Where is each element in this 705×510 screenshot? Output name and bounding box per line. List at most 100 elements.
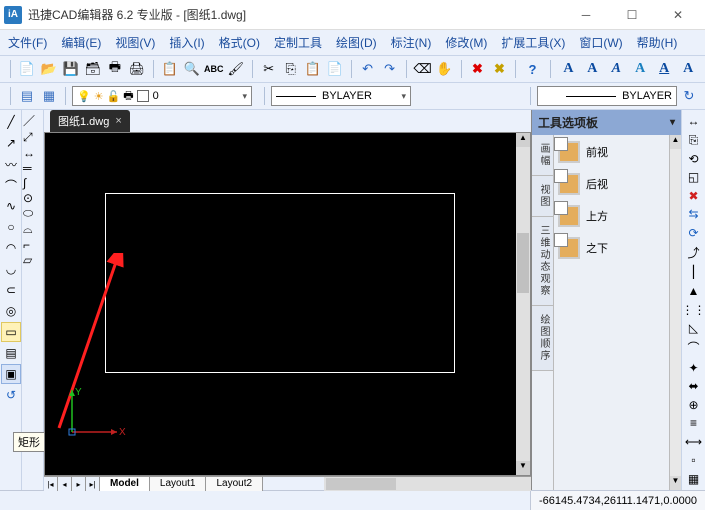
drawing-canvas[interactable]: X Y ▲ ▼ [44, 132, 531, 476]
revcloud-icon[interactable]: ↺ [1, 385, 21, 405]
palette-item[interactable]: 后视 [558, 173, 665, 195]
spline-icon[interactable]: ∿ [1, 196, 21, 216]
paste-icon[interactable]: 📋 [303, 59, 323, 79]
array-icon[interactable]: ⋮⋮ [684, 302, 704, 317]
palette-tab-3dorbit[interactable]: 三维动态观察 [532, 217, 553, 306]
stretch-icon[interactable]: ⬌ [684, 379, 704, 394]
menu-view[interactable]: 视图(V) [115, 32, 155, 53]
arc3-icon[interactable]: ◡ [1, 259, 21, 279]
tab-last-icon[interactable]: ▸| [86, 477, 100, 491]
ellipse-icon[interactable]: ⬭ [23, 206, 42, 221]
tab-close-icon[interactable]: × [115, 115, 121, 127]
lineweight-settings-icon[interactable]: ↻ [679, 86, 699, 106]
toolbar-grip[interactable] [550, 60, 551, 78]
palette-tab-view[interactable]: 视图 [532, 176, 553, 217]
construction-line-icon[interactable]: ↗ [1, 133, 21, 153]
menu-file[interactable]: 文件(F) [8, 32, 47, 53]
menu-window[interactable]: 窗口(W) [579, 32, 622, 53]
clipboard-icon[interactable]: 📄 [325, 59, 345, 79]
pan-icon[interactable]: ✋ [435, 59, 455, 79]
trim-icon[interactable]: ⟳ [684, 226, 704, 241]
menu-modify[interactable]: 修改(M) [445, 32, 487, 53]
toolbar-grip[interactable] [530, 87, 531, 105]
linetype-dropdown[interactable]: BYLAYER ▾ [271, 86, 411, 106]
arc4-icon[interactable]: ⌓ [23, 222, 42, 237]
menu-help[interactable]: 帮助(H) [637, 32, 678, 53]
layout-tab-2[interactable]: Layout2 [206, 477, 263, 491]
ellipse-arc-icon[interactable]: ⊂ [1, 280, 21, 300]
purge-icon[interactable]: ✖ [489, 59, 509, 79]
cut-icon[interactable]: ✂ [259, 59, 279, 79]
palette-menu-icon[interactable]: ▾ [670, 117, 675, 128]
palette-header[interactable]: 工具选项板 ▾ [532, 110, 681, 135]
ray-icon[interactable]: ⤢ [23, 130, 42, 145]
tab-next-icon[interactable]: ▸ [72, 477, 86, 491]
hatch-icon[interactable]: ▤ [1, 343, 21, 363]
document-tab[interactable]: 图纸1.dwg × [50, 110, 130, 132]
open-icon[interactable]: 📂 [39, 59, 59, 79]
layout-tab-1[interactable]: Layout1 [150, 477, 207, 491]
props-icon[interactable]: ▦ [684, 472, 704, 487]
break-icon[interactable]: ⎮ [684, 265, 704, 280]
arc2-icon[interactable]: ◠ [1, 238, 21, 258]
circle2-icon[interactable]: ⊙ [23, 191, 42, 205]
maximize-button[interactable]: ☐ [609, 0, 655, 30]
xline-icon[interactable]: ↔ [23, 146, 42, 160]
printpreview-icon[interactable]: 🖨 [127, 59, 147, 79]
chamfer-icon[interactable]: ◺ [684, 321, 704, 336]
join-icon[interactable]: ⊕ [684, 397, 704, 412]
hscroll-thumb[interactable] [326, 478, 396, 490]
palette-item[interactable]: 前视 [558, 141, 665, 163]
lengthen-icon[interactable]: ⟷ [684, 434, 704, 449]
spellcheck-icon[interactable]: ABC [204, 59, 224, 79]
layout-tab-model[interactable]: Model [100, 477, 150, 491]
palette-item[interactable]: 之下 [558, 237, 665, 259]
save-icon[interactable]: 💾 [61, 59, 81, 79]
redo-icon[interactable]: ↷ [380, 59, 400, 79]
tab-first-icon[interactable]: |◂ [44, 477, 58, 491]
menu-customtools[interactable]: 定制工具 [274, 32, 322, 53]
scale-icon[interactable]: ◱ [684, 170, 704, 185]
boundary-icon[interactable]: ▱ [23, 253, 42, 267]
grips-icon[interactable]: ▫ [684, 453, 704, 468]
menu-insert[interactable]: 插入(I) [169, 32, 204, 53]
scroll-down-icon[interactable]: ▼ [516, 461, 530, 475]
palette-tab-draworder[interactable]: 绘图顺序 [532, 306, 553, 371]
line-tool-icon[interactable]: ╱ [1, 112, 21, 132]
layermanager-icon[interactable]: ▤ [17, 86, 37, 106]
scroll-up-icon[interactable]: ▲ [516, 133, 530, 147]
new-icon[interactable]: 📄 [17, 59, 37, 79]
textstyle-a-icon[interactable]: A [557, 59, 579, 79]
rectangle-tool-icon[interactable]: ▭ [1, 322, 21, 342]
palette-scrollbar[interactable]: ▲ ▼ [669, 135, 681, 490]
fillet-icon[interactable]: ⌒ [684, 339, 704, 356]
mirror-icon[interactable]: ✖ [684, 189, 704, 204]
toolbar-grip[interactable] [10, 60, 11, 78]
palette-item[interactable]: 上方 [558, 205, 665, 227]
tab-prev-icon[interactable]: ◂ [58, 477, 72, 491]
help-icon[interactable]: ? [522, 59, 542, 79]
textstyle-italic-icon[interactable]: A [605, 59, 627, 79]
canvas-vscroll[interactable]: ▲ ▼ [516, 133, 530, 475]
vscroll-thumb[interactable] [517, 233, 529, 293]
palette-tab-frame[interactable]: 画幅 [532, 135, 553, 176]
move-icon[interactable]: ↔ [684, 114, 704, 129]
scroll-up-icon[interactable]: ▲ [670, 135, 681, 149]
copy-icon[interactable]: ⎘ [281, 59, 301, 79]
polyline-icon[interactable]: 〰 [1, 154, 21, 174]
arc-icon[interactable]: ⌒ [1, 175, 21, 195]
offset-icon[interactable]: ⇆ [684, 207, 704, 222]
extend-icon[interactable]: ⤴ [684, 244, 704, 261]
menu-format[interactable]: 格式(O) [219, 32, 260, 53]
circle-icon[interactable]: ○ [1, 217, 21, 237]
mline-icon[interactable]: ═ [23, 161, 42, 175]
donut-icon[interactable]: ◎ [1, 301, 21, 321]
close-button[interactable]: ✕ [655, 0, 701, 30]
menu-extend[interactable]: 扩展工具(X) [501, 32, 565, 53]
erase-icon[interactable]: ⌫ [413, 59, 433, 79]
explode-icon[interactable]: ✦ [684, 360, 704, 375]
find-icon[interactable]: 🔍 [182, 59, 202, 79]
spline2-icon[interactable]: ∫ [23, 176, 42, 190]
print-icon[interactable]: 🖶 [105, 59, 125, 79]
align-icon[interactable]: ≡ [684, 416, 704, 431]
